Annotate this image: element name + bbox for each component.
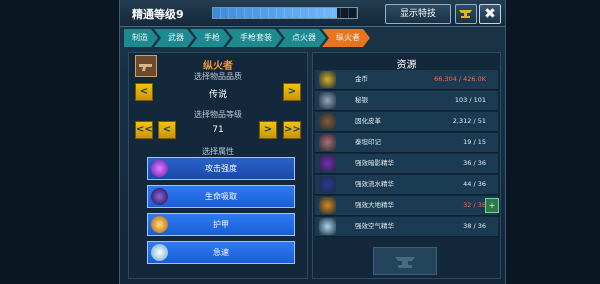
quality-label: 选择物品品质 — [194, 72, 242, 81]
quality-next-button[interactable]: > — [283, 83, 301, 101]
resource-name: 强效空气精华 — [355, 222, 394, 230]
level-last-button[interactable]: >> — [283, 121, 301, 139]
breadcrumb-crafting[interactable]: 制造 — [124, 29, 158, 47]
breadcrumb-pistols[interactable]: 手枪 — [190, 29, 230, 47]
resource-row: 固化皮革 2,312 / 51 — [315, 112, 498, 132]
titan-mark-icon — [319, 134, 336, 151]
mastery-xp-bar — [212, 7, 358, 19]
resource-amount: 36 / 36 — [463, 159, 486, 167]
resource-amount: 103 / 101 — [454, 96, 486, 104]
leather-icon — [319, 113, 336, 130]
level-value: 71 — [212, 125, 224, 135]
anvil-icon — [395, 257, 415, 268]
resource-amount: 66,304 / 426.0K — [434, 75, 486, 83]
show-perks-button[interactable]: 显示特技 — [385, 4, 451, 24]
quality-value: 传说 — [208, 90, 227, 100]
resource-amount: 44 / 36 — [463, 180, 486, 188]
resource-row: 泰坦印记 19 / 15 — [315, 133, 498, 153]
resource-row: 金币 66,304 / 426.0K — [315, 70, 498, 90]
resource-row: 强效大地精华 32 / 36 + — [315, 196, 499, 216]
shadow-essence-icon — [319, 155, 336, 172]
mastery-xp-ticks — [213, 8, 357, 18]
resource-name: 泰坦印记 — [355, 138, 381, 146]
resource-name: 固化皮革 — [355, 117, 381, 125]
close-button[interactable]: ✖ — [479, 4, 501, 24]
resource-name: 强效流水精华 — [355, 180, 394, 188]
resource-amount: 32 / 36 — [463, 201, 486, 209]
resources-panel: 资源 金币 66,304 / 426.0K 秘银 103 / 101 固化皮革 2,312… — [312, 52, 501, 279]
attribute-label-text: 急速 — [213, 248, 229, 257]
resource-name: 强效暗影精华 — [355, 159, 394, 167]
resource-row: 强效流水精华 44 / 36 — [315, 175, 498, 195]
earth-essence-icon — [319, 197, 336, 214]
breadcrumb: 制造 武器 手枪 手枪套装 点火器 纵火者 — [124, 29, 366, 47]
attribute-life-steal[interactable]: 生命吸取 — [147, 185, 295, 208]
breadcrumb-arsonist[interactable]: 纵火者 — [322, 29, 370, 47]
resource-row: 强效空气精华 38 / 36 — [315, 217, 498, 237]
resource-amount: 19 / 15 — [463, 138, 486, 146]
attribute-label-text: 生命吸取 — [205, 192, 237, 201]
breadcrumb-pistol-set[interactable]: 手枪套装 — [226, 29, 282, 47]
attribute-label-text: 攻击强度 — [205, 164, 237, 173]
air-essence-icon — [319, 218, 336, 235]
attribute-label: 选择属性 — [202, 147, 234, 156]
level-label: 选择物品等级 — [194, 110, 242, 119]
anvil-icon — [459, 10, 472, 18]
attribute-label-text: 护甲 — [213, 220, 229, 229]
item-config-panel: 纵火者 选择物品品质 < 传说 > 选择物品等级 << < 71 > >> 选择… — [128, 52, 308, 279]
resource-row: 强效暗影精华 36 / 36 — [315, 154, 498, 174]
level-next-button[interactable]: > — [259, 121, 277, 139]
resource-amount: 38 / 36 — [463, 222, 486, 230]
resource-name: 秘银 — [355, 96, 368, 104]
resource-name: 强效大地精华 — [355, 201, 394, 209]
add-resource-button[interactable]: + — [485, 198, 499, 213]
resources-title: 资源 — [396, 60, 417, 71]
resource-name: 金币 — [355, 75, 368, 83]
attribute-armor[interactable]: 护甲 — [147, 213, 295, 236]
breadcrumb-weapons[interactable]: 武器 — [154, 29, 194, 47]
resource-row: 秘银 103 / 101 — [315, 91, 498, 111]
attribute-attack-power[interactable]: 攻击强度 — [147, 157, 295, 180]
top-bar: 精通等级9 显示特技 ✖ — [120, 0, 505, 27]
attribute-haste[interactable]: 急速 — [147, 241, 295, 264]
mithril-icon — [319, 92, 336, 109]
breadcrumb-igniter[interactable]: 点火器 — [278, 29, 326, 47]
water-essence-icon — [319, 176, 336, 193]
resource-amount: 2,312 / 51 — [452, 117, 486, 125]
gold-coins-icon — [319, 71, 336, 88]
mastery-level: 精通等级9 — [132, 8, 184, 21]
crafting-window: 精通等级9 显示特技 ✖ 制造 武器 手枪 手枪套装 点火器 纵火者 纵火者 选… — [119, 0, 506, 284]
anvil-button[interactable] — [455, 4, 477, 24]
craft-button[interactable] — [373, 247, 437, 275]
item-name: 纵火者 — [203, 61, 233, 72]
